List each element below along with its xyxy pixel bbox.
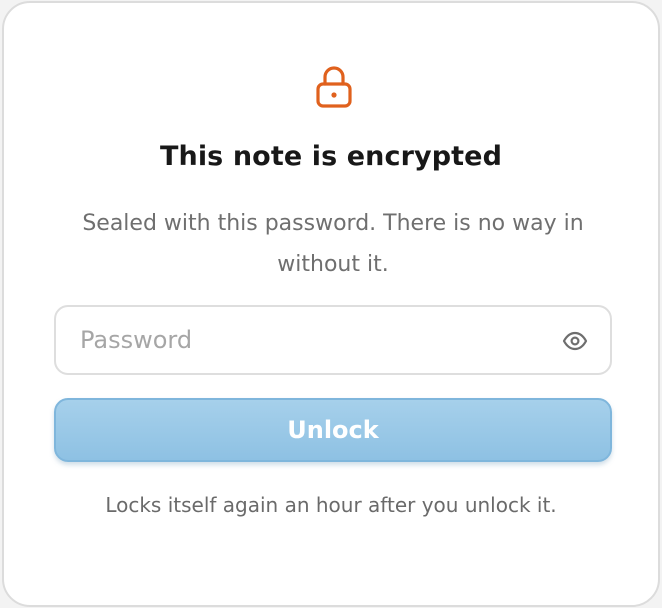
unlock-button[interactable]: Unlock xyxy=(54,398,612,462)
dialog-title: This note is encrypted xyxy=(159,141,502,172)
dialog-description: Sealed with this password. There is no w… xyxy=(82,211,584,277)
lock-icon xyxy=(315,65,353,109)
eye-icon[interactable] xyxy=(562,331,588,351)
encrypted-note-dialog: This note is encrypted Sealed with this … xyxy=(2,1,660,607)
password-field[interactable] xyxy=(54,305,612,375)
relock-note: Locks itself again an hour after you unl… xyxy=(105,493,557,517)
password-input[interactable] xyxy=(78,307,548,373)
